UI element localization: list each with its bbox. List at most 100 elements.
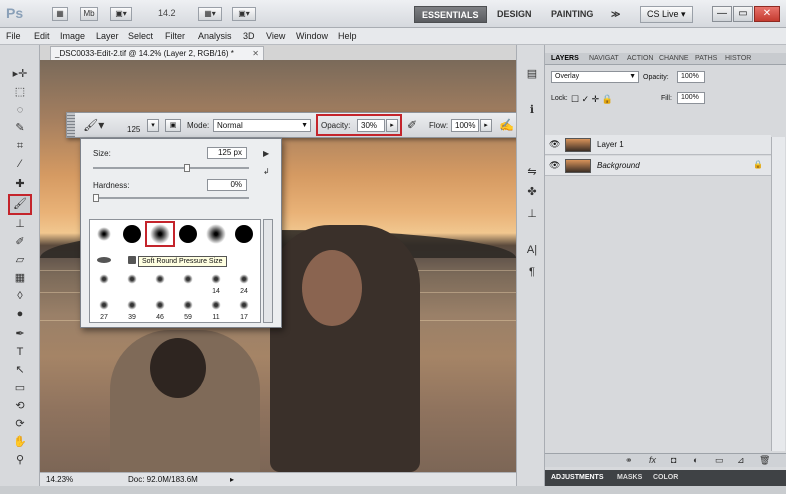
eraser-tool-icon[interactable]: ▱ bbox=[10, 253, 30, 268]
brush-tool-icon[interactable]: 🖌 bbox=[8, 194, 32, 215]
brush-presets-panel-icon[interactable]: ✤ bbox=[524, 185, 540, 199]
brush-tip[interactable] bbox=[174, 272, 202, 296]
brush-size-readout[interactable]: 125 bbox=[127, 125, 140, 134]
tab-history[interactable]: HISTOR bbox=[725, 55, 751, 62]
move-tool-icon[interactable]: ▸✛ bbox=[10, 67, 30, 82]
arrange-documents-button[interactable]: ▦▾ bbox=[198, 7, 222, 21]
hand-tool-icon[interactable]: ✋ bbox=[10, 435, 30, 450]
crop-tool-icon[interactable]: ⌗ bbox=[10, 139, 30, 154]
close-document-icon[interactable]: ✕ bbox=[252, 47, 259, 60]
brush-tip[interactable]: 11 bbox=[202, 298, 230, 322]
brush-tip[interactable]: 14 bbox=[202, 272, 230, 296]
more-workspaces-button[interactable]: ≫ bbox=[604, 6, 627, 23]
menu-image[interactable]: Image bbox=[60, 31, 85, 41]
eyedropper-tool-icon[interactable]: ⁄ bbox=[10, 157, 30, 172]
tab-paths[interactable]: PATHS bbox=[695, 55, 717, 62]
layer-style-icon[interactable]: fx bbox=[649, 455, 656, 465]
histogram-panel-icon[interactable]: ▤ bbox=[524, 67, 540, 81]
visibility-eye-icon[interactable]: 👁 bbox=[549, 160, 560, 171]
brush-grid-scrollbar[interactable] bbox=[263, 219, 273, 323]
hardness-input[interactable]: 0% bbox=[207, 179, 247, 191]
mini-bridge-button[interactable]: Mb bbox=[80, 7, 98, 21]
brush-tip[interactable] bbox=[118, 222, 146, 246]
menu-analysis[interactable]: Analysis bbox=[198, 31, 232, 41]
history-brush-tool-icon[interactable]: ✐ bbox=[10, 235, 30, 250]
menu-layer[interactable]: Layer bbox=[96, 31, 119, 41]
tablet-pressure-opacity-icon[interactable]: ✐ bbox=[407, 118, 417, 132]
layer-opacity-input[interactable]: 100% bbox=[677, 71, 705, 83]
view-extras-button[interactable]: ▣▾ bbox=[110, 7, 132, 21]
gradient-tool-icon[interactable]: ▦ bbox=[10, 271, 30, 286]
workspace-painting[interactable]: PAINTING bbox=[544, 6, 600, 23]
brush-tip[interactable] bbox=[90, 272, 118, 296]
link-layers-icon[interactable]: ⚭ bbox=[625, 455, 633, 466]
flow-slider-toggle[interactable]: ▸ bbox=[480, 119, 492, 132]
lock-options-icon[interactable]: ☐ ✓ ✛ 🔒 bbox=[571, 94, 613, 105]
dodge-tool-icon[interactable]: ● bbox=[10, 307, 30, 322]
tab-navigator[interactable]: NAVIGAT bbox=[589, 55, 619, 62]
3d-rotate-tool-icon[interactable]: ⟲ bbox=[10, 399, 30, 414]
brush-tip[interactable] bbox=[230, 222, 258, 246]
new-layer-icon[interactable]: ⊿ bbox=[737, 455, 745, 466]
tab-masks[interactable]: MASKS bbox=[617, 474, 642, 481]
brush-tip[interactable]: 27 bbox=[90, 298, 118, 322]
zoom-level-field[interactable]: 14.2 bbox=[158, 8, 176, 18]
document-tab[interactable]: _DSC0033-Edit-2.tif @ 14.2% (Layer 2, RG… bbox=[50, 46, 264, 60]
layer-row[interactable]: 👁 Background 🔒 bbox=[545, 156, 771, 176]
healing-brush-tool-icon[interactable]: ✚ bbox=[10, 177, 30, 192]
brush-tip[interactable]: 24 bbox=[230, 272, 258, 296]
menu-window[interactable]: Window bbox=[296, 31, 328, 41]
flow-input[interactable]: 100% bbox=[451, 119, 479, 132]
picker-menu-arrow-icon[interactable]: ▶ bbox=[263, 149, 269, 158]
brush-tip[interactable] bbox=[146, 272, 174, 296]
tab-layers[interactable]: LAYERS bbox=[551, 55, 579, 62]
airbrush-icon[interactable]: ✍ bbox=[499, 118, 514, 132]
type-tool-icon[interactable]: T bbox=[10, 345, 30, 360]
quick-select-tool-icon[interactable]: ✎ bbox=[10, 121, 30, 136]
menu-select[interactable]: Select bbox=[128, 31, 153, 41]
options-bar-grip[interactable] bbox=[67, 113, 75, 137]
pen-tool-icon[interactable]: ✒ bbox=[10, 327, 30, 342]
new-preset-icon[interactable]: ↲ bbox=[263, 167, 270, 176]
blur-tool-icon[interactable]: ◊ bbox=[10, 289, 30, 304]
hardness-slider-thumb[interactable] bbox=[93, 194, 99, 202]
fill-input[interactable]: 100% bbox=[677, 92, 705, 104]
tab-color[interactable]: COLOR bbox=[653, 474, 678, 481]
opacity-slider-toggle[interactable]: ▸ bbox=[386, 119, 398, 132]
screen-mode-button[interactable]: ▣▾ bbox=[232, 7, 256, 21]
status-menu-arrow-icon[interactable]: ▸ bbox=[230, 475, 234, 484]
add-mask-icon[interactable]: ◘ bbox=[671, 455, 676, 465]
clone-source-panel-icon[interactable]: ⊥ bbox=[524, 207, 540, 221]
blend-mode-select[interactable]: Overlay ▼ bbox=[551, 71, 639, 83]
cs-live-button[interactable]: CS Live ▾ bbox=[640, 6, 693, 23]
new-group-icon[interactable]: ▭ bbox=[715, 455, 724, 466]
brush-tip[interactable]: 17 bbox=[230, 298, 258, 322]
tab-channels[interactable]: CHANNE bbox=[659, 55, 689, 62]
brush-picker-dropdown[interactable]: ▾ bbox=[147, 119, 159, 132]
minimize-button[interactable]: — bbox=[712, 6, 732, 22]
menu-file[interactable]: File bbox=[6, 31, 21, 41]
menu-help[interactable]: Help bbox=[338, 31, 357, 41]
brush-tip[interactable] bbox=[90, 248, 118, 272]
brush-tip[interactable] bbox=[118, 272, 146, 296]
mode-select[interactable]: Normal ▼ bbox=[213, 119, 311, 132]
close-window-button[interactable]: ✕ bbox=[754, 6, 780, 22]
workspace-essentials[interactable]: ESSENTIALS bbox=[414, 6, 487, 23]
paragraph-panel-icon[interactable]: ¶ bbox=[524, 265, 540, 279]
layer-row[interactable]: 👁 Layer 1 bbox=[545, 135, 771, 155]
brush-tip[interactable]: 39 bbox=[118, 298, 146, 322]
menu-3d[interactable]: 3D bbox=[243, 31, 255, 41]
path-selection-tool-icon[interactable]: ↖ bbox=[10, 363, 30, 378]
maximize-button[interactable]: ▭ bbox=[733, 6, 753, 22]
menu-edit[interactable]: Edit bbox=[34, 31, 50, 41]
opacity-input[interactable]: 30% bbox=[357, 119, 385, 132]
brush-preset-icon[interactable]: 🖌▾ bbox=[83, 118, 104, 132]
brush-panel-icon[interactable]: ⇋ bbox=[524, 165, 540, 179]
brush-tip[interactable]: 59 bbox=[174, 298, 202, 322]
launch-bridge-button[interactable]: ▦ bbox=[52, 7, 68, 21]
tab-actions[interactable]: ACTION bbox=[627, 55, 653, 62]
hardness-slider[interactable] bbox=[93, 194, 249, 202]
adjustment-layer-icon[interactable]: ◐ bbox=[693, 455, 698, 465]
layers-scrollbar[interactable] bbox=[771, 137, 785, 451]
zoom-tool-icon[interactable]: ⚲ bbox=[10, 453, 30, 468]
